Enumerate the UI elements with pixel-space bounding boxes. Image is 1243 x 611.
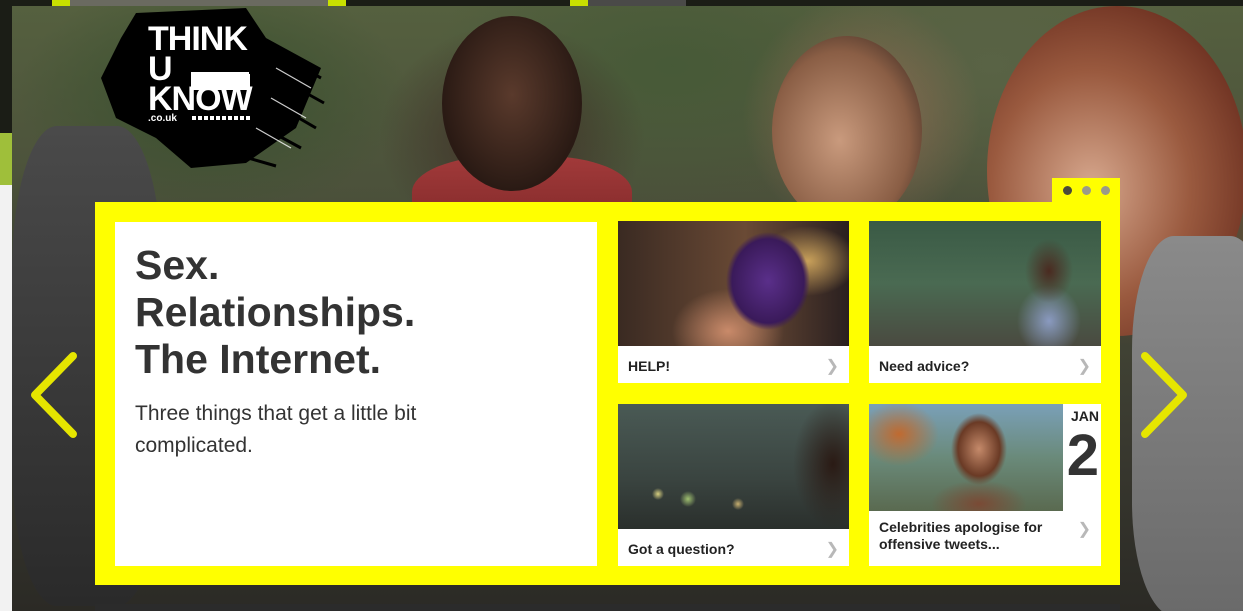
card-label: Need advice? [879,358,970,374]
chevron-right-icon: ❯ [1077,521,1091,538]
date-day: 2 [1066,423,1099,488]
top-strip [570,0,588,6]
top-strip [70,0,328,6]
card-label: Got a question? [628,541,735,557]
chevron-right-icon: ❯ [825,358,839,375]
date-month: JAN [1070,408,1099,424]
card-label: Celebrities apologise for offensive twee… [879,519,1043,552]
left-edge-strip [0,133,12,185]
carousel-dot-2[interactable] [1082,186,1091,195]
card-thumbnail [618,221,849,346]
logo-domain: .co.uk [148,113,177,124]
card-news-article[interactable]: JAN 2 Celebrities apologise for offensiv… [869,404,1101,566]
carousel-dot-3[interactable] [1101,186,1110,195]
hero-headline: Sex. Relationships. The Internet. [135,242,595,383]
logo-line-know: KNOW [148,80,253,118]
card-got-a-question[interactable]: Got a question? ❯ [618,404,849,566]
card-thumbnail [869,404,1063,511]
card-thumbnail [869,221,1101,346]
bottom-bar [95,604,1120,611]
card-thumbnail [618,404,849,529]
intro-box: Sex. Relationships. The Internet. Three … [115,222,597,566]
carousel-prev-button[interactable] [25,350,85,440]
card-need-advice[interactable]: Need advice? ❯ [869,221,1101,383]
headline-line: Sex. [135,242,220,288]
date-badge: JAN 2 [1063,404,1101,496]
top-strip [328,0,346,6]
top-strip [588,0,686,6]
headline-line: The Internet. [135,336,382,382]
chevron-right-icon: ❯ [1077,358,1091,375]
card-label: HELP! [628,358,670,374]
logo-wordmark: THINK U KNOW [148,22,253,118]
chevron-right-icon: ❯ [825,541,839,558]
card-help[interactable]: HELP! ❯ [618,221,849,383]
left-edge-strip [0,185,12,611]
carousel-next-button[interactable] [1133,350,1193,440]
headline-line: Relationships. [135,289,416,335]
chevron-right-icon [1141,352,1187,438]
hero-subtext: Three things that get a little bit compl… [135,402,417,457]
thinkuknow-logo[interactable]: THINK U KNOW .co.uk [96,8,326,168]
carousel-dot-1[interactable] [1063,186,1072,195]
top-strip [52,0,70,6]
chevron-left-icon [31,352,77,438]
